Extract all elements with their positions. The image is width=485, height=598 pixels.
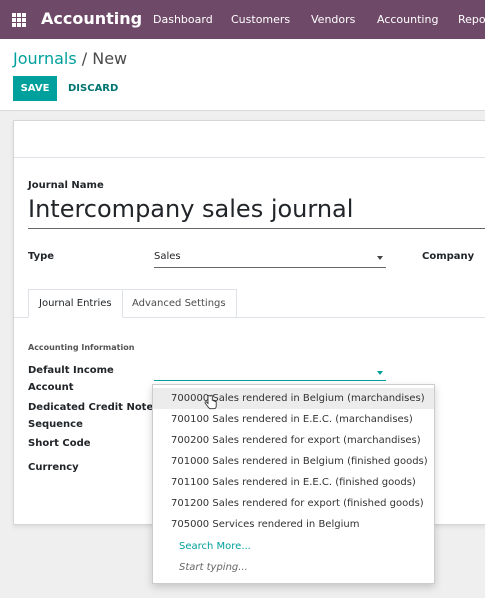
search-more-link[interactable]: Search More...: [153, 536, 434, 557]
sheet-header-divider: [14, 157, 485, 158]
journal-name-label: Journal Name: [28, 180, 104, 191]
tab-advanced-settings[interactable]: Advanced Settings: [121, 289, 237, 318]
menu-dashboard[interactable]: Dashboard: [153, 13, 213, 26]
account-option-700000[interactable]: 700000 Sales rendered in Belgium (marcha…: [153, 388, 434, 409]
type-select[interactable]: Sales: [154, 251, 181, 262]
credit-note-sequence-label-line2: Sequence: [28, 419, 83, 430]
start-typing-hint: Start typing...: [179, 562, 248, 573]
account-option-705000[interactable]: 705000 Services rendered in Belgium: [153, 514, 434, 535]
account-autocomplete-dropdown: 700000 Sales rendered in Belgium (marcha…: [152, 384, 435, 584]
account-option-701000[interactable]: 701000 Sales rendered in Belgium (finish…: [153, 451, 434, 472]
tab-journal-entries[interactable]: Journal Entries: [28, 289, 123, 318]
currency-label: Currency: [28, 462, 79, 473]
menu-customers[interactable]: Customers: [231, 13, 290, 26]
hand-pointer-icon: [204, 394, 217, 410]
default-income-account-label-line2: Account: [28, 382, 74, 393]
type-caret-down-icon[interactable]: [377, 256, 383, 260]
app-title[interactable]: Accounting: [41, 9, 142, 28]
short-code-label: Short Code: [28, 438, 91, 449]
journal-name-underline: [28, 228, 485, 229]
type-underline: [154, 267, 386, 268]
accounting-information-title: Accounting Information: [28, 343, 135, 352]
account-option-700200[interactable]: 700200 Sales rendered for export (marcha…: [153, 430, 434, 451]
type-label: Type: [28, 251, 55, 262]
breadcrumb: Journals / New: [13, 49, 127, 68]
default-income-account-label-line1: Default Income: [28, 365, 114, 376]
breadcrumb-current: New: [92, 49, 128, 68]
journal-name-input[interactable]: Intercompany sales journal: [28, 195, 353, 223]
control-panel: Journals / New SAVE DISCARD: [0, 39, 485, 111]
discard-button[interactable]: DISCARD: [68, 76, 118, 101]
breadcrumb-separator: /: [76, 49, 93, 68]
menu-accounting[interactable]: Accounting: [377, 13, 438, 26]
company-label: Company: [422, 251, 475, 262]
breadcrumb-journals-link[interactable]: Journals: [13, 49, 77, 68]
default-income-account-input[interactable]: [154, 380, 386, 381]
menu-reporting[interactable]: Reporting: [458, 13, 485, 26]
apps-menu-icon[interactable]: [12, 13, 26, 27]
menu-vendors[interactable]: Vendors: [311, 13, 355, 26]
account-option-700100[interactable]: 700100 Sales rendered in E.E.C. (marchan…: [153, 409, 434, 430]
top-navbar: Accounting Dashboard Customers Vendors A…: [0, 0, 485, 39]
income-account-caret-down-icon[interactable]: [377, 371, 383, 375]
account-option-701100[interactable]: 701100 Sales rendered in E.E.C. (finishe…: [153, 472, 434, 493]
credit-note-sequence-label-line1: Dedicated Credit Note: [28, 402, 154, 413]
save-button[interactable]: SAVE: [13, 76, 57, 101]
account-option-701200[interactable]: 701200 Sales rendered for export (finish…: [153, 493, 434, 514]
